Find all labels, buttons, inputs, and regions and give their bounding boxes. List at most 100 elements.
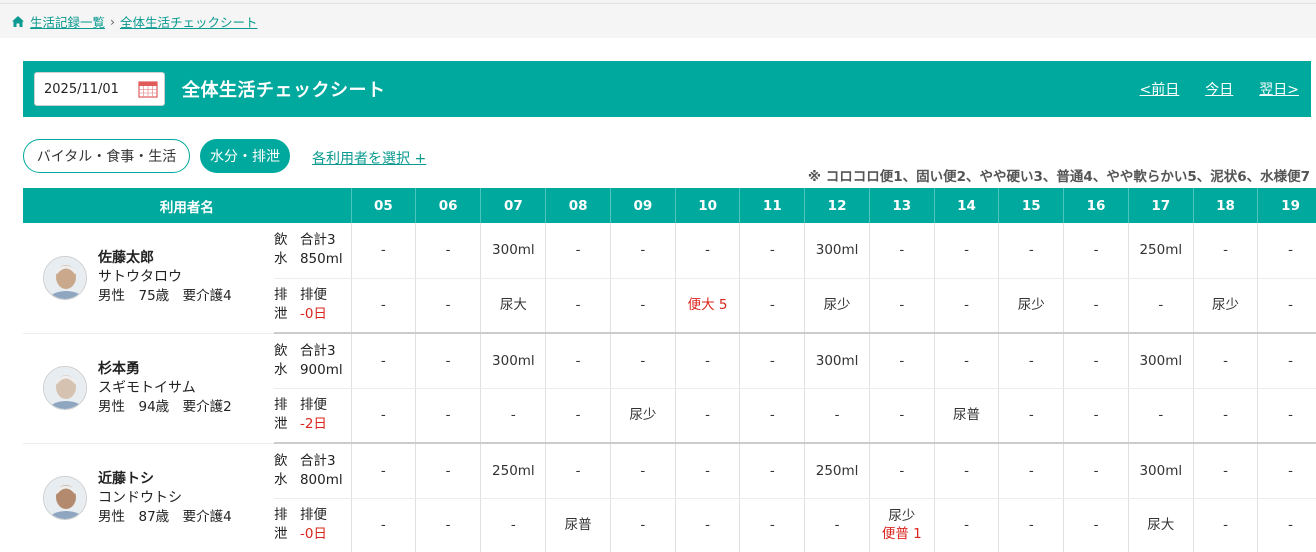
excretion-cell[interactable]: -	[350, 388, 416, 444]
water-cell[interactable]: 250ml	[1127, 223, 1194, 279]
user-name[interactable]: 近藤トシ	[98, 470, 232, 489]
water-cell[interactable]: -	[1192, 223, 1258, 279]
water-cell[interactable]: -	[868, 333, 935, 389]
water-cell[interactable]: -	[933, 333, 999, 389]
water-cell[interactable]: -	[609, 223, 676, 279]
water-cell[interactable]: -	[609, 443, 676, 499]
excretion-cell[interactable]: 尿普	[933, 388, 999, 444]
excretion-cell[interactable]: 尿少	[804, 278, 870, 334]
excretion-cell[interactable]: -	[480, 388, 546, 444]
excretion-cell[interactable]: -	[545, 278, 611, 334]
water-cell[interactable]: 250ml	[804, 443, 870, 499]
water-cell[interactable]: -	[674, 223, 740, 279]
water-cell[interactable]: -	[545, 333, 611, 389]
excretion-cell[interactable]: -	[674, 388, 740, 444]
user-name[interactable]: 杉本勇	[98, 360, 232, 379]
user-block[interactable]: 近藤トシ コンドウトシ 男性 87歳 要介護4	[23, 470, 274, 527]
water-cell[interactable]: 250ml	[480, 443, 546, 499]
water-cell[interactable]: 300ml	[804, 223, 870, 279]
water-cell[interactable]: -	[1063, 223, 1129, 279]
water-cell[interactable]: 300ml	[804, 333, 870, 389]
user-block[interactable]: 佐藤太郎 サトウタロウ 男性 75歳 要介護4	[23, 249, 274, 306]
water-cell[interactable]: -	[350, 223, 416, 279]
water-cell[interactable]: 300ml	[1127, 443, 1194, 499]
water-cell[interactable]: -	[1063, 333, 1129, 389]
excretion-cell[interactable]: -	[868, 388, 935, 444]
water-cell[interactable]: -	[350, 333, 416, 389]
excretion-cell[interactable]: -	[1257, 498, 1316, 552]
water-cell[interactable]: 300ml	[480, 333, 546, 389]
date-picker[interactable]: 2025/11/01	[34, 72, 165, 106]
excretion-cell[interactable]: 尿普	[545, 498, 611, 552]
breadcrumb-current-link[interactable]: 全体生活チェックシート	[120, 12, 258, 31]
excretion-cell[interactable]: -	[1127, 278, 1194, 334]
excretion-cell[interactable]: -	[1063, 388, 1129, 444]
excretion-cell[interactable]: -	[350, 278, 416, 334]
excretion-cell[interactable]: -	[414, 278, 481, 334]
water-cell[interactable]: 300ml	[1127, 333, 1194, 389]
water-cell[interactable]: -	[1063, 443, 1129, 499]
excretion-cell[interactable]: -	[739, 388, 805, 444]
excretion-cell[interactable]: -	[545, 388, 611, 444]
water-cell[interactable]: -	[998, 443, 1064, 499]
select-user-link[interactable]: 各利用者を選択 +	[312, 148, 426, 168]
excretion-cell[interactable]: -	[739, 278, 805, 334]
water-cell[interactable]: -	[609, 333, 676, 389]
excretion-cell[interactable]: -	[1063, 278, 1129, 334]
user-cell[interactable]: 杉本勇 スギモトイサム 男性 94歳 要介護2	[23, 333, 274, 444]
water-cell[interactable]: -	[1192, 443, 1258, 499]
excretion-cell[interactable]: -	[414, 498, 481, 552]
excretion-cell[interactable]: -	[933, 278, 999, 334]
water-cell[interactable]: -	[545, 443, 611, 499]
excretion-cell[interactable]: 尿大	[480, 278, 546, 334]
excretion-cell[interactable]: -	[739, 498, 805, 552]
water-cell[interactable]: -	[998, 223, 1064, 279]
water-cell[interactable]: -	[1192, 333, 1258, 389]
excretion-cell[interactable]: -	[414, 388, 481, 444]
water-cell[interactable]: -	[350, 443, 416, 499]
excretion-cell[interactable]: -	[1063, 498, 1129, 552]
excretion-cell[interactable]: -	[868, 278, 935, 334]
excretion-cell[interactable]: -	[480, 498, 546, 552]
excretion-cell[interactable]: -	[609, 278, 676, 334]
water-cell[interactable]: -	[739, 333, 805, 389]
excretion-cell[interactable]: -	[1257, 278, 1316, 334]
excretion-cell[interactable]: 尿少 便普 1	[868, 498, 935, 552]
water-cell[interactable]: -	[739, 443, 805, 499]
water-cell[interactable]: -	[414, 223, 481, 279]
water-cell[interactable]: -	[414, 333, 481, 389]
next-day-link[interactable]: 翌日>	[1259, 79, 1299, 99]
tab-water-excretion[interactable]: 水分・排泄	[200, 139, 290, 173]
user-name[interactable]: 佐藤太郎	[98, 249, 232, 268]
excretion-cell[interactable]: -	[674, 498, 740, 552]
excretion-cell[interactable]: -	[804, 498, 870, 552]
water-cell[interactable]: -	[1257, 443, 1316, 499]
water-cell[interactable]: -	[674, 333, 740, 389]
excretion-cell[interactable]: -	[804, 388, 870, 444]
prev-day-link[interactable]: <前日	[1140, 79, 1180, 99]
water-cell[interactable]: -	[933, 223, 999, 279]
tab-vital-meal-life[interactable]: バイタル・食事・生活	[23, 139, 190, 173]
water-cell[interactable]: -	[739, 223, 805, 279]
water-cell[interactable]: -	[868, 443, 935, 499]
excretion-cell[interactable]: 尿少	[1192, 278, 1258, 334]
today-link[interactable]: 今日	[1205, 79, 1233, 99]
water-cell[interactable]: -	[674, 443, 740, 499]
excretion-cell[interactable]: 便大 5	[674, 278, 740, 334]
excretion-cell[interactable]: 尿大	[1127, 498, 1194, 552]
water-cell[interactable]: -	[868, 223, 935, 279]
excretion-cell[interactable]: -	[350, 498, 416, 552]
water-cell[interactable]: -	[545, 223, 611, 279]
water-cell[interactable]: -	[414, 443, 481, 499]
water-cell[interactable]: 300ml	[480, 223, 546, 279]
user-block[interactable]: 杉本勇 スギモトイサム 男性 94歳 要介護2	[23, 360, 274, 417]
excretion-cell[interactable]: 尿少	[998, 278, 1064, 334]
excretion-cell[interactable]: -	[1257, 388, 1316, 444]
excretion-cell[interactable]: -	[933, 498, 999, 552]
excretion-cell[interactable]: -	[998, 498, 1064, 552]
excretion-cell[interactable]: -	[1127, 388, 1194, 444]
excretion-cell[interactable]: -	[998, 388, 1064, 444]
excretion-cell[interactable]: -	[1192, 498, 1258, 552]
excretion-cell[interactable]: 尿少	[609, 388, 676, 444]
excretion-cell[interactable]: -	[609, 498, 676, 552]
